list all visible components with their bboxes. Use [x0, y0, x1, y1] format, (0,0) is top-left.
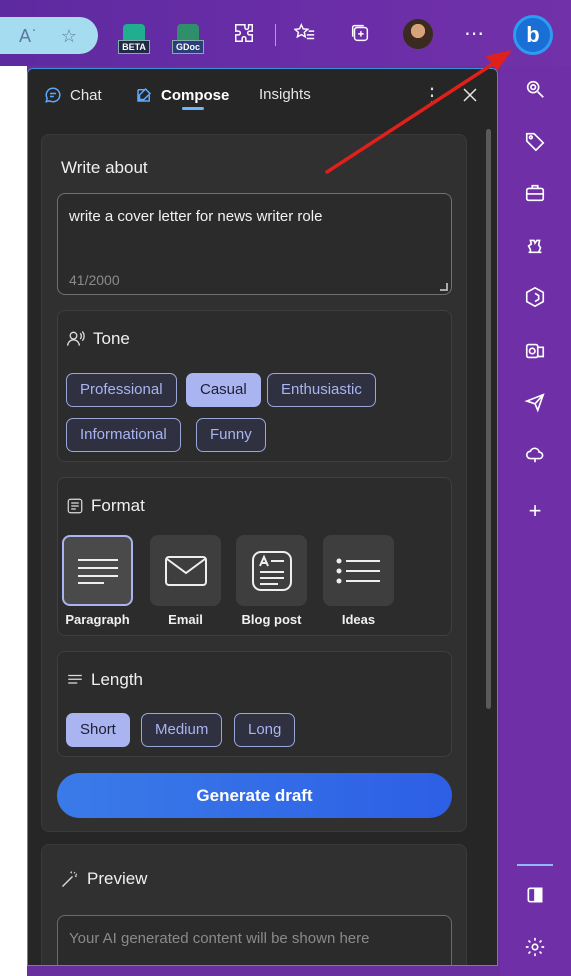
tools-briefcase-icon[interactable] — [522, 180, 548, 206]
format-option-label: Email — [168, 612, 203, 627]
favorites-icon[interactable] — [292, 20, 318, 46]
tone-chip-casual[interactable]: Casual — [186, 373, 261, 407]
toolbar-separator — [275, 24, 276, 46]
chat-icon — [45, 87, 61, 103]
more-options-icon[interactable]: ⋯ — [461, 20, 487, 46]
format-heading-label: Format — [91, 496, 145, 515]
tone-icon — [67, 331, 85, 346]
write-about-value: write a cover letter for news writer rol… — [69, 208, 323, 225]
format-option-label: Ideas — [341, 612, 376, 627]
format-option-blog-post[interactable]: Blog post — [236, 535, 307, 627]
format-option-label: Blog post — [241, 612, 302, 627]
preview-card: Preview Your AI generated content will b… — [41, 844, 467, 965]
paragraph-icon — [62, 535, 133, 606]
length-heading: Length — [66, 670, 143, 690]
generate-draft-button[interactable]: Generate draft — [57, 773, 452, 818]
hide-sidebar-icon[interactable] — [522, 882, 548, 908]
preview-output[interactable]: Your AI generated content will be shown … — [57, 915, 452, 965]
shopping-tag-icon[interactable] — [522, 128, 548, 154]
format-option-email[interactable]: Email — [150, 535, 221, 627]
bing-compose-panel: Chat Compose Insights ⋮ Write about writ… — [27, 68, 498, 966]
send-icon[interactable] — [522, 389, 548, 415]
length-icon — [68, 674, 82, 684]
length-section: Length Short Medium Long — [57, 651, 452, 757]
tab-insights[interactable]: Insights — [259, 86, 311, 103]
add-icon[interactable]: + — [522, 498, 548, 524]
panel-scrollbar[interactable] — [486, 129, 491, 709]
format-option-ideas[interactable]: Ideas — [323, 535, 394, 627]
settings-gear-icon[interactable] — [522, 934, 548, 960]
length-chip-medium[interactable]: Medium — [141, 713, 223, 747]
tab-compose-label: Compose — [161, 86, 230, 104]
beta-extension-icon — [123, 24, 145, 40]
gdoc-extension-icon — [177, 24, 199, 40]
edge-sidebar: + — [500, 66, 571, 976]
write-about-heading: Write about — [61, 158, 148, 177]
add-favorite-icon[interactable]: ☆ — [58, 25, 80, 47]
panel-more-icon[interactable]: ⋮ — [420, 83, 444, 107]
resize-grip-icon[interactable] — [440, 283, 448, 291]
preview-heading: Preview — [60, 869, 147, 889]
length-heading-label: Length — [91, 670, 143, 689]
beta-extension-label: BETA — [118, 40, 150, 54]
format-icon — [67, 498, 83, 514]
gdoc-extension-label: GDoc — [172, 40, 204, 54]
games-icon[interactable] — [522, 232, 548, 258]
cloud-icon[interactable] — [522, 441, 548, 467]
tab-compose[interactable]: Compose — [135, 86, 229, 104]
compose-card: Write about write a cover letter for new… — [41, 134, 467, 832]
sidebar-divider — [517, 864, 553, 866]
active-tab-indicator — [182, 107, 204, 110]
panel-header: Chat Compose Insights ⋮ — [28, 69, 497, 121]
tab-insights-label: Insights — [259, 86, 311, 103]
tone-section: Tone Professional Casual Enthusiastic In… — [57, 310, 452, 462]
length-chip-long[interactable]: Long — [234, 713, 296, 747]
tab-chat-label: Chat — [70, 86, 102, 104]
tone-chip-professional[interactable]: Professional — [66, 373, 177, 407]
length-chip-short[interactable]: Short — [66, 713, 130, 747]
close-icon[interactable] — [458, 83, 482, 107]
gdoc-extension[interactable]: GDoc — [172, 24, 204, 54]
browser-toolbar: A͘ ☆ BETA GDoc ⋯ b — [0, 0, 571, 66]
extensions-puzzle-icon[interactable] — [231, 20, 257, 46]
tab-chat[interactable]: Chat — [44, 86, 102, 104]
tone-chip-funny[interactable]: Funny — [196, 418, 266, 452]
format-option-paragraph[interactable]: Paragraph — [62, 535, 133, 627]
format-section: Format Paragraph Email Blog post Ideas — [57, 477, 452, 636]
format-option-label: Paragraph — [65, 612, 130, 627]
tone-heading: Tone — [66, 329, 130, 349]
web-page-edge — [0, 66, 27, 976]
tone-heading-label: Tone — [93, 329, 130, 348]
tone-chip-enthusiastic[interactable]: Enthusiastic — [267, 373, 376, 407]
read-aloud-icon[interactable]: A͘ — [14, 25, 36, 47]
character-counter: 41/2000 — [69, 272, 120, 288]
blog-post-icon — [236, 535, 307, 606]
write-about-input[interactable]: write a cover letter for news writer rol… — [57, 193, 452, 295]
outlook-icon[interactable] — [522, 338, 548, 364]
preview-placeholder: Your AI generated content will be shown … — [69, 930, 370, 947]
tone-chip-informational[interactable]: Informational — [66, 418, 181, 452]
collections-icon[interactable] — [347, 20, 373, 46]
format-heading: Format — [66, 496, 145, 516]
search-icon[interactable] — [522, 76, 548, 102]
microsoft-365-icon[interactable] — [522, 284, 548, 310]
bing-chat-icon[interactable]: b — [513, 15, 553, 55]
bullet-list-icon — [323, 535, 394, 606]
profile-avatar[interactable] — [403, 19, 433, 49]
magic-wand-icon — [62, 871, 78, 887]
beta-extension[interactable]: BETA — [118, 24, 150, 54]
compose-icon — [137, 87, 152, 102]
email-envelope-icon — [150, 535, 221, 606]
address-bar-end[interactable]: A͘ ☆ — [0, 17, 98, 54]
preview-heading-label: Preview — [87, 869, 148, 888]
